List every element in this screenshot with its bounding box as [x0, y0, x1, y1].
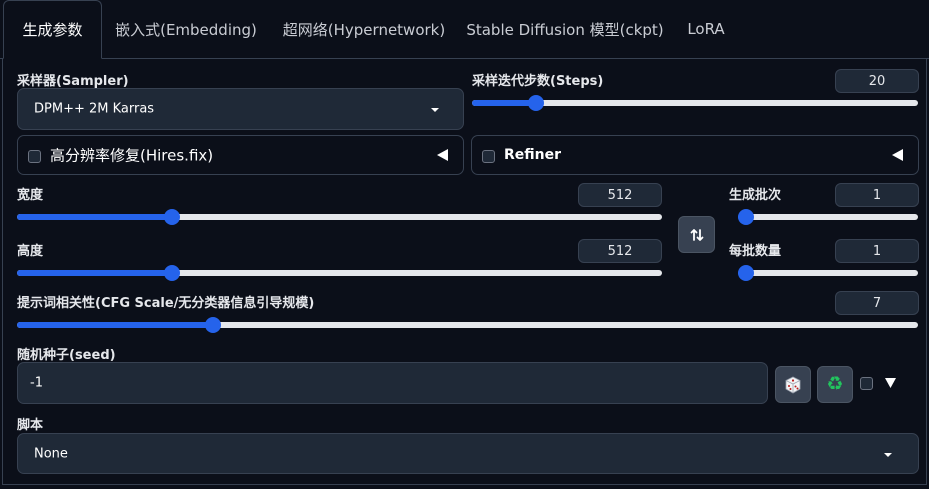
random-seed-button[interactable]: [775, 366, 811, 403]
refiner-checkbox[interactable]: [482, 150, 495, 163]
expand-triangle-icon[interactable]: [885, 378, 896, 388]
hires-fix-checkbox[interactable]: [28, 150, 41, 163]
swap-arrows-icon: [690, 228, 703, 241]
cfg-scale-label: 提示词相关性(CFG Scale/无分类器信息引导规模): [17, 296, 315, 311]
width-slider[interactable]: [17, 209, 662, 225]
refiner-label: Refiner: [504, 147, 562, 163]
width-input[interactable]: 512: [578, 183, 662, 207]
chevron-down-icon: [884, 453, 892, 457]
script-value: None: [34, 446, 68, 461]
batch-count-input[interactable]: 1: [835, 183, 919, 207]
width-slider-thumb[interactable]: [163, 209, 180, 225]
hires-fix-label: 高分辨率修复(Hires.fix): [50, 146, 214, 165]
width-label: 宽度: [17, 188, 44, 203]
txt2img-settings: 生成参数 嵌入式(Embedding) 超网络(Hypernetwork) St…: [0, 0, 929, 489]
tab-lora[interactable]: LoRA: [678, 0, 734, 58]
tab-generation-params[interactable]: 生成参数: [3, 0, 102, 59]
height-label: 高度: [17, 244, 44, 259]
seed-input[interactable]: -1: [17, 362, 768, 404]
chevron-down-icon: [431, 108, 439, 112]
hires-fix-accordion[interactable]: 高分辨率修复(Hires.fix): [17, 135, 464, 175]
cfg-scale-input[interactable]: 7: [835, 291, 919, 315]
seed-value: -1: [30, 375, 43, 391]
refiner-accordion[interactable]: Refiner: [471, 135, 919, 175]
batch-size-label: 每批数量: [729, 244, 782, 259]
batch-size-slider[interactable]: [738, 265, 918, 281]
cfg-scale-slider[interactable]: [17, 317, 918, 333]
steps-input[interactable]: 20: [835, 69, 919, 93]
batch-size-input[interactable]: 1: [835, 239, 919, 263]
height-slider[interactable]: [17, 265, 662, 281]
collapse-triangle-icon[interactable]: [437, 149, 448, 161]
height-input[interactable]: 512: [578, 239, 662, 263]
tab-hypernetwork[interactable]: 超网络(Hypernetwork): [276, 0, 452, 58]
batch-count-label: 生成批次: [729, 188, 782, 203]
tab-embedding[interactable]: 嵌入式(Embedding): [108, 0, 264, 58]
recycle-icon: ♻: [826, 373, 844, 395]
batch-count-slider-thumb[interactable]: [738, 209, 754, 225]
steps-label: 采样迭代步数(Steps): [472, 74, 604, 89]
collapse-triangle-icon[interactable]: [892, 149, 903, 161]
script-dropdown[interactable]: None: [17, 433, 919, 474]
sampler-label: 采样器(Sampler): [17, 74, 129, 89]
height-slider-thumb[interactable]: [163, 265, 180, 281]
seed-label: 随机种子(seed): [17, 348, 116, 363]
tab-checkpoint[interactable]: Stable Diffusion 模型(ckpt): [464, 0, 666, 58]
steps-slider-thumb[interactable]: [527, 95, 544, 111]
sampler-dropdown[interactable]: DPM++ 2M Karras: [17, 88, 464, 130]
steps-slider[interactable]: [472, 95, 918, 111]
cfg-scale-slider-thumb[interactable]: [204, 317, 221, 333]
extra-seed-checkbox[interactable]: [860, 377, 873, 390]
tab-bar: 生成参数 嵌入式(Embedding) 超网络(Hypernetwork) St…: [0, 0, 929, 59]
batch-count-slider[interactable]: [738, 209, 918, 225]
script-label: 脚本: [17, 418, 44, 433]
batch-size-slider-thumb[interactable]: [738, 265, 754, 281]
reuse-seed-button[interactable]: ♻: [817, 366, 853, 403]
swap-dimensions-button[interactable]: [678, 216, 715, 253]
sampler-value: DPM++ 2M Karras: [34, 101, 155, 117]
dice-icon: [785, 376, 801, 393]
